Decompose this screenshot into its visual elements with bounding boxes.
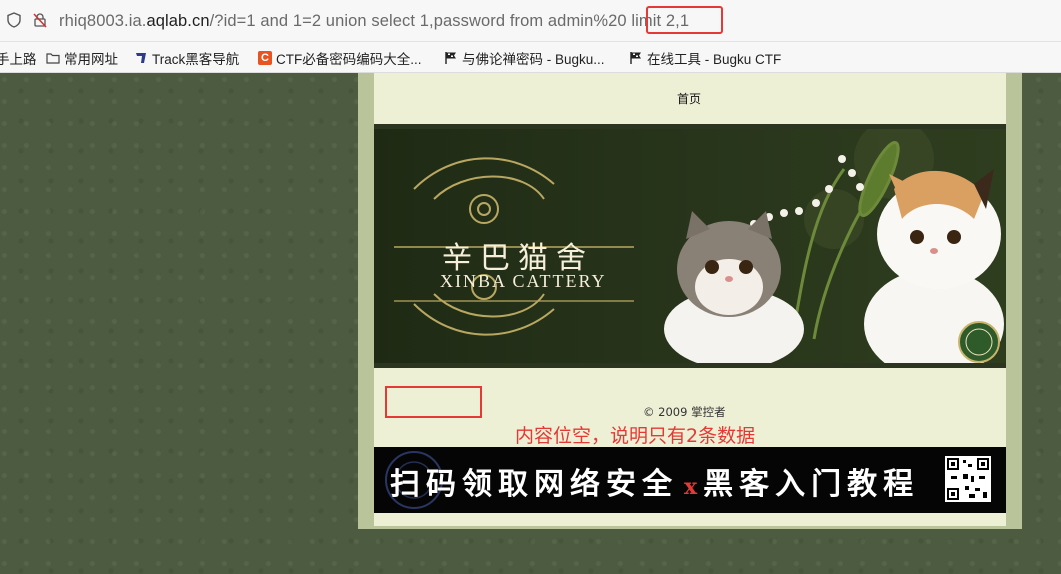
cfa-badge-icon bbox=[958, 321, 1000, 363]
limit-highlight-box bbox=[646, 6, 723, 34]
bookmark-item[interactable]: 手上路 bbox=[0, 48, 37, 68]
bookmark-folder-common[interactable]: 常用网址 bbox=[46, 48, 118, 68]
bookmark-label: 在线工具 - Bugku CTF bbox=[647, 52, 782, 67]
url-path: /?id=1 and 1=2 union select 1,password f… bbox=[209, 12, 690, 30]
c-logo-icon: C bbox=[258, 51, 272, 65]
ad-left-text: 扫码领取网络安全 bbox=[390, 467, 678, 502]
bookmark-label: 常用网址 bbox=[64, 52, 118, 67]
bookmark-bugku-tools[interactable]: 在线工具 - Bugku CTF bbox=[629, 48, 781, 68]
annotation-note: 内容位空，说明只有2条数据 bbox=[515, 425, 756, 447]
bookmark-bugku-buddha[interactable]: 与佛论禅密码 - Bugku... bbox=[444, 48, 605, 68]
copyright-text: © 2009 掌控者 bbox=[643, 405, 726, 419]
insecure-lock-icon[interactable] bbox=[32, 12, 48, 28]
nav-home-link[interactable]: 首页 bbox=[677, 90, 701, 107]
folder-icon bbox=[46, 53, 60, 64]
url-text[interactable]: rhiq8003.ia.aqlab.cn/?id=1 and 1=2 union… bbox=[59, 10, 689, 32]
shield-icon[interactable] bbox=[6, 12, 22, 28]
bookmarks-bar: 手上路 常用网址 Track黑客导航 C CTF必备密码编码大全... 与佛论禅… bbox=[0, 42, 1061, 73]
bookmark-label: CTF必备密码编码大全... bbox=[276, 52, 422, 67]
ad-headline[interactable]: 扫码领取网络安全 x 黑客入门教程 bbox=[390, 459, 919, 503]
flag-icon bbox=[445, 52, 456, 64]
cattery-banner: 辛巴猫舍 XINBA CATTERY bbox=[374, 124, 1006, 368]
url-domain: aqlab.cn bbox=[146, 12, 210, 30]
url-prefix: rhiq8003.ia. bbox=[59, 12, 147, 30]
banner-title-en: XINBA CATTERY bbox=[440, 271, 607, 291]
bookmark-label: 与佛论禅密码 - Bugku... bbox=[462, 52, 605, 67]
empty-content-highlight bbox=[385, 386, 482, 418]
ad-right-text: 黑客入门教程 bbox=[703, 467, 920, 502]
url-bar[interactable]: rhiq8003.ia.aqlab.cn/?id=1 and 1=2 union… bbox=[0, 0, 1061, 42]
kitten-left bbox=[664, 211, 804, 363]
bookmark-label: 手上路 bbox=[0, 52, 37, 67]
qr-code-icon[interactable] bbox=[945, 456, 991, 502]
bookmark-label: Track黑客导航 bbox=[152, 52, 240, 67]
ad-separator: x bbox=[684, 474, 698, 500]
bookmark-track[interactable]: Track黑客导航 bbox=[134, 48, 239, 68]
flag-icon bbox=[630, 52, 641, 64]
bookmark-ctf-codes[interactable]: C CTF必备密码编码大全... bbox=[258, 48, 422, 68]
track-logo-icon bbox=[136, 53, 146, 63]
